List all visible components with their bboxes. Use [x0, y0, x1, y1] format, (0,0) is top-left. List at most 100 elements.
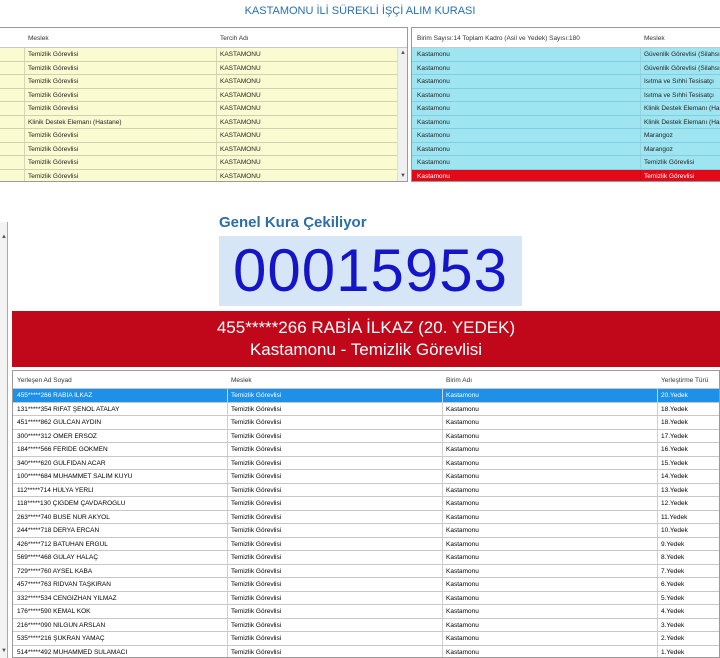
profession-cell: Temizlik Görevlisi: [231, 581, 282, 588]
table-row[interactable]: 535*****216 ŞÜKRAN YAMAÇ Temizlik Görevli…: [13, 632, 719, 646]
preference-row[interactable]: Temizlik Görevlisi KASTAMONU: [0, 75, 397, 89]
cell-divider: [442, 632, 443, 645]
placement-type-cell: 4.Yedek: [661, 608, 685, 615]
cell-divider: [657, 416, 658, 429]
cell-divider: [442, 591, 443, 604]
preference-row[interactable]: Temizlik Görevlisi KASTAMONU: [0, 129, 397, 143]
column-header-tercih[interactable]: Tercih Adı: [220, 35, 249, 42]
table-row[interactable]: 300*****312 ÖMER ERSÖZ Temizlik Görevlisi…: [13, 429, 719, 443]
profession-cell: Isıtma ve Sıhhi Tesisatçı: [644, 91, 714, 99]
scroll-down-icon[interactable]: ▼: [0, 648, 8, 654]
table-row[interactable]: 112*****714 HÜLYA YERLİ Temizlik Görevlis…: [13, 483, 719, 497]
preference-row[interactable]: Temizlik Görevlisi KASTAMONU: [0, 169, 397, 181]
unit-row[interactable]: Kastamonu Isıtma ve Sıhhi Tesisatçı: [412, 88, 720, 102]
scroll-up-icon[interactable]: ▲: [0, 234, 8, 240]
unit-row[interactable]: Kastamonu Isıtma ve Sıhhi Tesisatçı: [412, 75, 720, 89]
name-cell: 118*****130 ÇİĞDEM ÇAVDAROĞLU: [17, 500, 126, 507]
column-header-profession[interactable]: Meslek: [231, 377, 252, 384]
preference-row[interactable]: Temizlik Görevlisi KASTAMONU: [0, 142, 397, 156]
cell-divider: [24, 102, 25, 115]
cell-divider: [216, 75, 217, 88]
preference-grid-scrollbar[interactable]: ▲ ▼: [397, 48, 407, 181]
column-header-placement-type[interactable]: Yerleştirme Türü: [661, 377, 708, 384]
table-row[interactable]: 100*****684 MUHAMMET SALİM KUYU Temizlik …: [13, 470, 719, 484]
table-row[interactable]: 455*****266 RABİA İLKAZ Temizlik Görevlis…: [13, 389, 719, 403]
cell-divider: [657, 537, 658, 550]
cell-divider: [442, 537, 443, 550]
unit-cell: Kastamonu: [446, 648, 479, 656]
scroll-up-icon[interactable]: ▲: [398, 48, 407, 58]
profession-cell: Temizlik Görevlisi: [231, 594, 282, 602]
unit-grid[interactable]: Birim Sayısı:14 Toplam Kadro (Asil ve Ye…: [411, 27, 720, 182]
table-row[interactable]: 426*****712 BATUHAN ERGÜL Temizlik Görevl…: [13, 537, 719, 551]
profession-cell: Temizlik Görevlisi: [231, 648, 282, 656]
cell-divider: [640, 48, 641, 61]
preference-row[interactable]: Temizlik Görevlisi KASTAMONU: [0, 102, 397, 116]
unit-row[interactable]: Kastamonu Marangoz: [412, 129, 720, 143]
unit-row[interactable]: Kastamonu Güvenlik Görevlisi (Silahsız: [412, 61, 720, 75]
unit-row[interactable]: Kastamonu Klinik Destek Elemanı (Has: [412, 102, 720, 116]
table-row[interactable]: 118*****130 ÇİĞDEM ÇAVDAROĞLU Temizlik Gö…: [13, 497, 719, 511]
preference-row[interactable]: Temizlik Görevlisi KASTAMONU: [0, 156, 397, 170]
cell-divider: [227, 402, 228, 415]
table-row[interactable]: 332*****534 CENGİZHAN YILMAZ Temizlik Gör…: [13, 591, 719, 605]
table-row[interactable]: 451*****862 GÜLCAN AYDIN Temizlik Görevli…: [13, 416, 719, 430]
profession-cell: Güvenlik Görevlisi (Silahsız: [644, 51, 720, 58]
table-row[interactable]: 514*****492 MUHAMMED SULAMACI Temizlik Gö…: [13, 645, 719, 657]
cell-divider: [657, 618, 658, 631]
results-table-header: Yerleşen Ad Soyad Meslek Birim Adı Yerle…: [13, 371, 719, 389]
unit-row[interactable]: Kastamonu Güvenlik Görevlisi (Silahsız: [412, 48, 720, 62]
cell-divider: [227, 483, 228, 496]
cell-divider: [442, 483, 443, 496]
cell-divider: [442, 443, 443, 456]
cell-divider: [657, 591, 658, 604]
cell-divider: [640, 129, 641, 142]
preference-row[interactable]: Temizlik Görevlisi KASTAMONU: [0, 48, 397, 62]
name-cell: 300*****312 ÖMER ERSÖZ: [17, 432, 97, 440]
unit-row[interactable]: Kastamonu Temizlik Görevlisi: [412, 156, 720, 170]
unit-row[interactable]: Kastamonu Temizlik Görevlisi: [412, 169, 720, 181]
placement-type-cell: 5.Yedek: [661, 594, 685, 602]
preference-grid[interactable]: Meslek Tercih Adı Temizlik Görevlisi KAST…: [0, 27, 408, 182]
column-header-meslek[interactable]: Meslek: [28, 35, 49, 42]
profession-cell: Temizlik Görevlisi: [28, 172, 79, 180]
profession-cell: Temizlik Görevlisi: [231, 608, 282, 615]
cell-divider: [657, 564, 658, 577]
table-row[interactable]: 216*****090 NİLGÜN ARSLAN Temizlik Görevl…: [13, 618, 719, 632]
result-placement: Kastamonu - Temizlik Görevlisi: [249, 340, 483, 359]
placement-results-table[interactable]: Yerleşen Ad Soyad Meslek Birim Adı Yerle…: [12, 370, 720, 658]
column-header-birim[interactable]: Birim Sayısı:14 Toplam Kadro (Asil ve Ye…: [417, 35, 580, 42]
profession-cell: Temizlik Görevlisi: [28, 105, 79, 112]
cell-divider: [640, 75, 641, 88]
table-row[interactable]: 569*****468 GÜLAY HALAÇ Temizlik Görevlis…: [13, 551, 719, 565]
table-row[interactable]: 340*****620 GÜLFİDAN ACAR Temizlik Görevl…: [13, 456, 719, 470]
table-row[interactable]: 131*****354 RIFAT ŞENOL ATALAY Temizlik G…: [13, 402, 719, 416]
preference-row[interactable]: Temizlik Görevlisi KASTAMONU: [0, 61, 397, 75]
table-row[interactable]: 457*****763 RIDVAN TAŞKIRAN Temizlik Göre…: [13, 578, 719, 592]
cell-divider: [227, 497, 228, 510]
table-row[interactable]: 263*****740 BUSE NUR AKYOL Temizlik Görev…: [13, 510, 719, 524]
unit-cell: Kastamonu: [446, 567, 479, 575]
preference-row[interactable]: Temizlik Görevlisi KASTAMONU: [0, 88, 397, 102]
cell-divider: [227, 524, 228, 537]
table-row[interactable]: 244*****718 DERYA ERCAN Temizlik Görevlis…: [13, 524, 719, 538]
placement-type-cell: 18.Yedek: [661, 405, 688, 413]
name-cell: 569*****468 GÜLAY HALAÇ: [17, 554, 99, 561]
preference-row[interactable]: Klinik Destek Elemanı (Hastane) KASTAMONU: [0, 115, 397, 129]
unit-row[interactable]: Kastamonu Marangoz: [412, 142, 720, 156]
table-row[interactable]: 184*****566 FERİDE GÖKMEN Temizlik Görevl…: [13, 443, 719, 457]
placement-type-cell: 3.Yedek: [661, 621, 685, 629]
preference-cell: KASTAMONU: [220, 64, 261, 72]
name-cell: 100*****684 MUHAMMET SALİM KUYU: [17, 473, 133, 480]
scroll-down-icon[interactable]: ▼: [398, 171, 407, 181]
unit-cell: Kastamonu: [446, 527, 479, 534]
column-header-name[interactable]: Yerleşen Ad Soyad: [17, 377, 72, 384]
preference-cell: KASTAMONU: [220, 78, 261, 85]
table-row[interactable]: 729*****760 AYSEL KABA Temizlik Görevlisi…: [13, 564, 719, 578]
column-header-unit[interactable]: Birim Adı: [446, 377, 472, 384]
cell-divider: [442, 564, 443, 577]
left-scroll-frame[interactable]: ▲ ▼: [0, 222, 8, 658]
column-header-meslek-right[interactable]: Meslek: [644, 35, 665, 42]
unit-row[interactable]: Kastamonu Klinik Destek Elemanı (Has: [412, 115, 720, 129]
table-row[interactable]: 176*****590 KEMAL KÖK Temizlik Görevlisi K…: [13, 605, 719, 619]
